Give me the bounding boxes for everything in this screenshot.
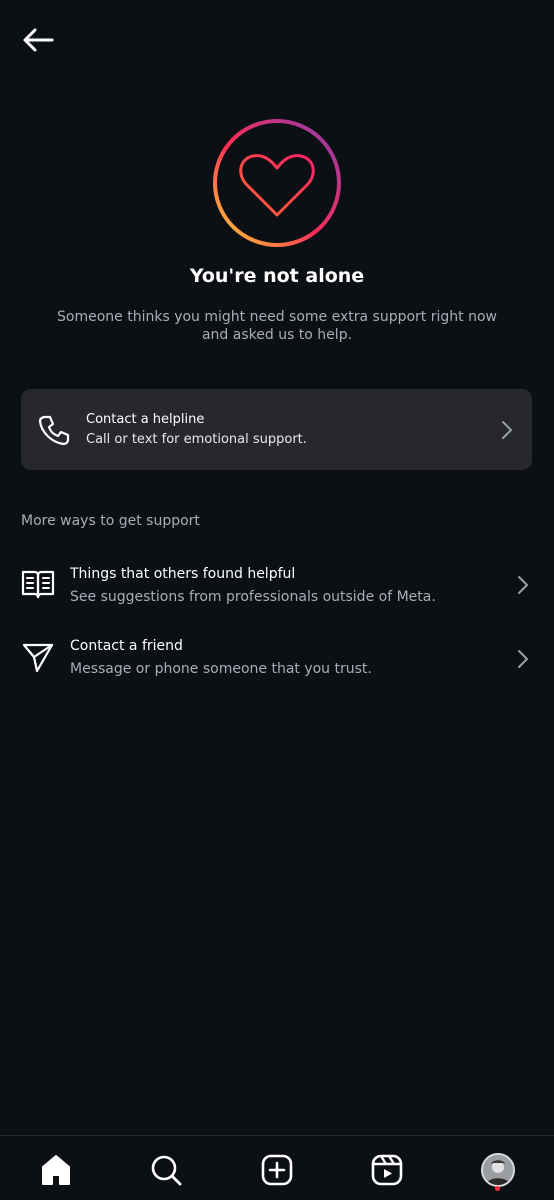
profile-photo — [483, 1155, 513, 1185]
phone-icon — [38, 415, 70, 446]
nav-search[interactable] — [144, 1148, 188, 1192]
arrow-left-icon — [23, 28, 54, 52]
search-icon — [151, 1155, 182, 1186]
book-icon — [21, 570, 55, 599]
nav-reels[interactable] — [365, 1148, 409, 1192]
create-icon — [261, 1154, 293, 1186]
heart-in-gradient-circle-icon — [213, 119, 341, 247]
home-icon — [42, 1155, 70, 1185]
chevron-right-icon — [502, 421, 512, 439]
chevron-right-icon — [518, 650, 528, 668]
list-item-subtitle: Message or phone someone that you trust. — [70, 661, 372, 677]
list-item-subtitle: See suggestions from professionals outsi… — [70, 589, 436, 605]
notification-dot — [495, 1186, 500, 1191]
things-others-found-helpful-item[interactable]: Things that others found helpful See sug… — [0, 562, 554, 622]
list-item-title: Contact a friend — [70, 638, 183, 654]
helpline-subtitle: Call or text for emotional support. — [86, 432, 307, 447]
page-title: You're not alone — [189, 265, 365, 287]
paper-plane-icon — [22, 643, 54, 673]
nav-home[interactable] — [34, 1148, 78, 1192]
chevron-right-icon — [518, 576, 528, 594]
helpline-title: Contact a helpline — [86, 412, 205, 427]
screen: You're not alone Someone thinks you migh… — [0, 0, 554, 1200]
list-item-title: Things that others found helpful — [70, 566, 296, 582]
reels-icon — [371, 1154, 403, 1186]
bottom-navigation — [0, 1135, 554, 1200]
page-subtitle: Someone thinks you might need some extra… — [57, 309, 497, 343]
contact-helpline-button[interactable]: Contact a helpline Call or text for emot… — [21, 389, 532, 470]
section-label: More ways to get support — [21, 513, 200, 529]
back-button[interactable] — [16, 20, 60, 60]
avatar — [481, 1153, 515, 1187]
nav-create[interactable] — [255, 1148, 299, 1192]
contact-a-friend-item[interactable]: Contact a friend Message or phone someon… — [0, 634, 554, 694]
